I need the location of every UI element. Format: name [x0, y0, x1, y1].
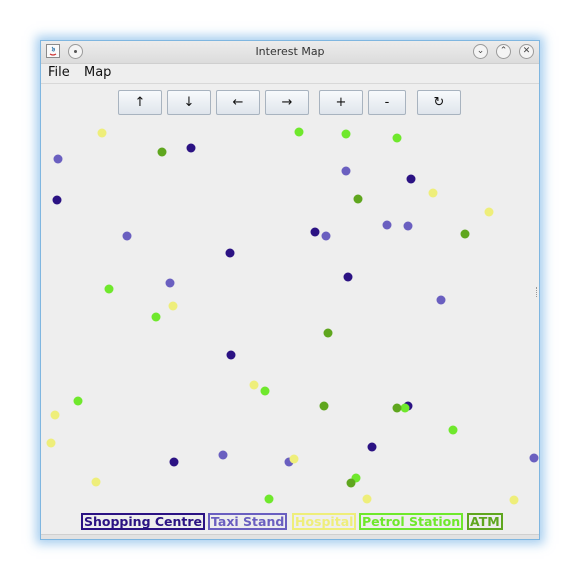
legend-shopping-centre: Shopping Centre	[81, 513, 206, 530]
title-bar[interactable]: Interest Map ⌄ ⌃ ✕	[41, 41, 539, 64]
zoom-in-button[interactable]: +	[319, 90, 363, 115]
poi-taxi-stand[interactable]	[165, 278, 175, 288]
zoom-out-button[interactable]: -	[368, 90, 406, 115]
app-window: Interest Map ⌄ ⌃ ✕ File Map ↑ ↓ ← → + - …	[40, 40, 540, 540]
window-bottom-border	[41, 534, 539, 539]
menu-file[interactable]: File	[48, 65, 70, 80]
poi-atm[interactable]	[392, 403, 402, 413]
menu-bar: File Map	[41, 63, 539, 84]
poi-hospital[interactable]	[50, 410, 60, 420]
poi-hospital[interactable]	[91, 477, 101, 487]
poi-hospital[interactable]	[97, 128, 107, 138]
pan-right-button[interactable]: →	[265, 90, 309, 115]
pan-left-button[interactable]: ←	[216, 90, 260, 115]
window-title: Interest Map	[255, 45, 325, 58]
poi-shopping-centre[interactable]	[186, 143, 196, 153]
poi-hospital[interactable]	[46, 438, 56, 448]
maximize-icon[interactable]: ⌃	[496, 44, 511, 59]
poi-atm[interactable]	[346, 478, 356, 488]
poi-petrol-station[interactable]	[260, 386, 270, 396]
poi-petrol-station[interactable]	[341, 129, 351, 139]
poi-atm[interactable]	[323, 328, 333, 338]
minimize-icon[interactable]: ⌄	[473, 44, 488, 59]
poi-hospital[interactable]	[509, 495, 519, 505]
poi-taxi-stand[interactable]	[382, 220, 392, 230]
poi-atm[interactable]	[157, 147, 167, 157]
poi-hospital[interactable]	[249, 380, 259, 390]
legend-taxi-stand: Taxi Stand	[208, 513, 288, 530]
poi-taxi-stand[interactable]	[53, 154, 63, 164]
close-icon[interactable]: ✕	[519, 44, 534, 59]
poi-petrol-station[interactable]	[264, 494, 274, 504]
legend-hospital: Hospital	[292, 513, 357, 530]
poi-petrol-station[interactable]	[151, 312, 161, 322]
poi-hospital[interactable]	[289, 454, 299, 464]
poi-hospital[interactable]	[168, 301, 178, 311]
poi-atm[interactable]	[353, 194, 363, 204]
poi-petrol-station[interactable]	[73, 396, 83, 406]
poi-hospital[interactable]	[362, 494, 372, 504]
legend-petrol-station: Petrol Station	[359, 513, 464, 530]
resize-grip[interactable]	[536, 287, 539, 297]
poi-shopping-centre[interactable]	[226, 350, 236, 360]
refresh-button[interactable]: ↻	[417, 90, 461, 115]
poi-atm[interactable]	[319, 401, 329, 411]
poi-taxi-stand[interactable]	[403, 221, 413, 231]
poi-shopping-centre[interactable]	[310, 227, 320, 237]
poi-taxi-stand[interactable]	[218, 450, 228, 460]
pan-down-button[interactable]: ↓	[167, 90, 211, 115]
poi-taxi-stand[interactable]	[529, 453, 539, 463]
poi-atm[interactable]	[460, 229, 470, 239]
poi-shopping-centre[interactable]	[367, 442, 377, 452]
poi-shopping-centre[interactable]	[169, 457, 179, 467]
poi-taxi-stand[interactable]	[341, 166, 351, 176]
poi-taxi-stand[interactable]	[436, 295, 446, 305]
poi-taxi-stand[interactable]	[321, 231, 331, 241]
poi-shopping-centre[interactable]	[343, 272, 353, 282]
poi-petrol-station[interactable]	[392, 133, 402, 143]
poi-hospital[interactable]	[484, 207, 494, 217]
pan-up-button[interactable]: ↑	[118, 90, 162, 115]
poi-shopping-centre[interactable]	[52, 195, 62, 205]
poi-shopping-centre[interactable]	[225, 248, 235, 258]
legend-atm: ATM	[467, 513, 503, 530]
poi-petrol-station[interactable]	[104, 284, 114, 294]
poi-petrol-station[interactable]	[400, 403, 410, 413]
poi-petrol-station[interactable]	[294, 127, 304, 137]
menu-map[interactable]: Map	[84, 65, 111, 80]
poi-taxi-stand[interactable]	[122, 231, 132, 241]
poi-hospital[interactable]	[428, 188, 438, 198]
poi-petrol-station[interactable]	[448, 425, 458, 435]
map-canvas[interactable]	[42, 121, 539, 505]
poi-shopping-centre[interactable]	[406, 174, 416, 184]
